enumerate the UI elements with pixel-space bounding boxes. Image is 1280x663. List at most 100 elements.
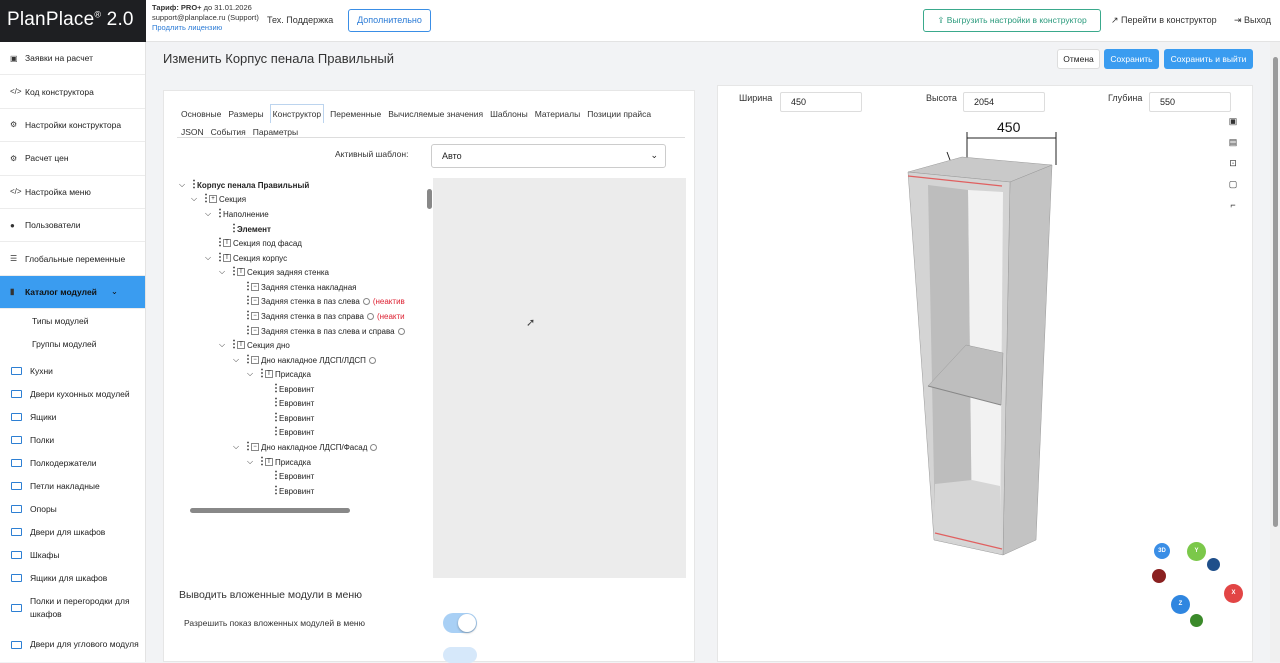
- tree-horizontal-scrollbar[interactable]: [180, 506, 426, 514]
- sidebar-item-price-calc[interactable]: ⚙ Расчет цен: [0, 142, 145, 176]
- drag-handle-icon[interactable]: ⋮: [215, 209, 225, 219]
- tree-node[interactable]: ⌵ ⋮ Корпус пенала Правильный: [179, 178, 309, 192]
- tree-node[interactable]: ⋮ T Секция под фасад: [215, 236, 302, 250]
- page-scrollbar[interactable]: [1270, 42, 1280, 662]
- photo-icon[interactable]: ▢: [1227, 179, 1239, 191]
- drag-handle-icon[interactable]: ⋮: [271, 471, 281, 481]
- scroll-thumb[interactable]: [427, 189, 432, 209]
- sidebar-item-module-catalog[interactable]: ▮ Каталог модулей ⌄: [0, 275, 145, 310]
- export-settings-button[interactable]: ⇪ Выгрузить настройки в конструктор: [923, 9, 1101, 32]
- tab-templates[interactable]: Шаблоны: [489, 105, 529, 123]
- tree-node[interactable]: ⋮ − Задняя стенка в паз слева (неактив: [243, 294, 405, 308]
- sidebar-subitem-module-groups[interactable]: Группы модулей: [0, 332, 145, 355]
- axis-z-button[interactable]: Z: [1171, 595, 1190, 614]
- help-icon[interactable]: [362, 297, 370, 305]
- cabinet-3d-model[interactable]: 450: [575, 71, 1105, 618]
- tree-node[interactable]: ⌵ ⋮ T Секция задняя стенка: [219, 265, 329, 279]
- tree-node[interactable]: ⌵ ⋮ T Присадка: [247, 455, 311, 469]
- drag-handle-icon[interactable]: ⋮: [271, 427, 281, 437]
- depth-input[interactable]: 550: [1149, 92, 1231, 112]
- axis-x-button[interactable]: X: [1224, 584, 1243, 603]
- tab-parameters[interactable]: Параметры: [252, 123, 299, 141]
- folder-item[interactable]: Двери для углового модуля: [0, 626, 145, 663]
- help-icon[interactable]: [370, 443, 378, 451]
- drag-handle-icon[interactable]: ⋮: [215, 253, 225, 263]
- drag-handle-icon[interactable]: ⋮: [201, 194, 211, 204]
- tab-events[interactable]: События: [210, 123, 247, 141]
- sidebar-item-requests[interactable]: ▣ Заявки на расчет: [0, 42, 145, 76]
- drag-handle-icon[interactable]: ⋮: [229, 340, 239, 350]
- help-icon[interactable]: [366, 312, 374, 320]
- drag-handle-icon[interactable]: ⋮: [229, 267, 239, 277]
- logout-link[interactable]: ⇥ Выход: [1234, 15, 1271, 26]
- drag-handle-icon[interactable]: ⋮: [243, 311, 253, 321]
- folder-item[interactable]: Петли накладные: [0, 474, 145, 497]
- axis-neg-x-icon[interactable]: [1152, 569, 1166, 583]
- tree-node[interactable]: ⋮ Евровинт: [271, 484, 314, 498]
- save-button[interactable]: Сохранить: [1104, 49, 1159, 69]
- drag-handle-icon[interactable]: ⋮: [271, 384, 281, 394]
- tab-json[interactable]: JSON: [180, 123, 205, 141]
- tab-sizes[interactable]: Размеры: [227, 105, 264, 123]
- second-toggle[interactable]: [443, 647, 477, 663]
- view-3d-button[interactable]: 3D: [1154, 543, 1170, 559]
- folder-item[interactable]: Полки и перегородки для шкафов: [0, 589, 145, 626]
- tree-node[interactable]: ⋮ Элемент: [229, 222, 271, 236]
- nested-modules-toggle[interactable]: [443, 613, 477, 633]
- sidebar-subitem-module-types[interactable]: Типы модулей: [0, 309, 145, 332]
- axis-y-button[interactable]: Y: [1187, 542, 1206, 561]
- folder-item[interactable]: Ящики для шкафов: [0, 566, 145, 589]
- tree-node[interactable]: ⌵ ⋮ T Секция корпус: [205, 251, 287, 265]
- tab-variables[interactable]: Переменные: [329, 105, 382, 123]
- tree-node[interactable]: ⋮ − Задняя стенка в паз слева и справа: [243, 324, 405, 338]
- tree-node[interactable]: ⌵ ⋮ T Присадка: [247, 367, 311, 381]
- drag-handle-icon[interactable]: ⋮: [189, 180, 199, 190]
- fit-view-icon[interactable]: ⊡: [1227, 158, 1239, 170]
- drag-handle-icon[interactable]: ⋮: [215, 238, 225, 248]
- support-link[interactable]: Тех. Поддержка: [267, 15, 333, 25]
- axis-neg-z-icon[interactable]: [1207, 558, 1220, 571]
- tree-node[interactable]: ⋮ Евровинт: [271, 425, 314, 439]
- tree-node[interactable]: ⋮ − Задняя стенка накладная: [243, 280, 356, 294]
- folder-item[interactable]: Двери для шкафов: [0, 520, 145, 543]
- measure-icon[interactable]: ⌐: [1227, 200, 1239, 212]
- folder-item[interactable]: Двери кухонных модулей: [0, 382, 145, 405]
- tree-node[interactable]: ⋮ − Задняя стенка в паз справа (неакти: [243, 309, 405, 323]
- drag-handle-icon[interactable]: ⋮: [243, 296, 253, 306]
- extend-license-link[interactable]: Продлить лицензию: [152, 23, 259, 33]
- drag-handle-icon[interactable]: ⋮: [229, 224, 239, 234]
- drag-handle-icon[interactable]: ⋮: [243, 326, 253, 336]
- cancel-button[interactable]: Отмена: [1057, 49, 1100, 69]
- folder-item[interactable]: Опоры: [0, 497, 145, 520]
- tab-computed[interactable]: Вычисляемые значения: [387, 105, 484, 123]
- drag-handle-icon[interactable]: ⋮: [271, 486, 281, 496]
- extra-button[interactable]: Дополнительно: [348, 9, 431, 32]
- drag-handle-icon[interactable]: ⋮: [257, 369, 267, 379]
- sidebar-item-constructor-settings[interactable]: ⚙ Настройки конструктора: [0, 109, 145, 143]
- cube-view-icon[interactable]: ▣: [1227, 116, 1239, 128]
- axis-neg-y-icon[interactable]: [1190, 614, 1203, 627]
- folder-item[interactable]: Полкодержатели: [0, 451, 145, 474]
- tree-node[interactable]: ⌵ ⋮ − Дно накладное ЛДСП/Фасад: [233, 440, 378, 454]
- drag-handle-icon[interactable]: ⋮: [243, 355, 253, 365]
- logo[interactable]: PlanPlace® 2.0: [0, 0, 146, 42]
- sidebar-item-constructor-code[interactable]: </> Код конструктора: [0, 75, 145, 109]
- sidebar-item-global-vars[interactable]: ☰ Глобальные переменные: [0, 242, 145, 276]
- sidebar-item-users[interactable]: ● Пользователи: [0, 209, 145, 243]
- save-exit-button[interactable]: Сохранить и выйти: [1164, 49, 1253, 69]
- drag-handle-icon[interactable]: ⋮: [257, 457, 267, 467]
- tree-node[interactable]: ⋮ Евровинт: [271, 382, 314, 396]
- tree-node[interactable]: ⌵ ⋮ T Секция дно: [219, 338, 290, 352]
- folder-item[interactable]: Шкафы: [0, 543, 145, 566]
- tree-node[interactable]: ⌵ ⋮ − Дно накладное ЛДСП/ЛДСП: [233, 353, 376, 367]
- tree-node[interactable]: ⌵ ⋮ Наполнение: [205, 207, 269, 221]
- tab-main[interactable]: Основные: [180, 105, 222, 123]
- tree-node[interactable]: ⌵ ⋮ + Секция: [191, 192, 246, 206]
- scroll-thumb[interactable]: [190, 508, 350, 513]
- tree-node[interactable]: ⋮ Евровинт: [271, 396, 314, 410]
- drag-handle-icon[interactable]: ⋮: [271, 398, 281, 408]
- drag-handle-icon[interactable]: ⋮: [243, 282, 253, 292]
- tree-node[interactable]: ⋮ Евровинт: [271, 469, 314, 483]
- box-view-icon[interactable]: ▤: [1227, 137, 1239, 149]
- tab-constructor[interactable]: Конструктор: [269, 104, 325, 123]
